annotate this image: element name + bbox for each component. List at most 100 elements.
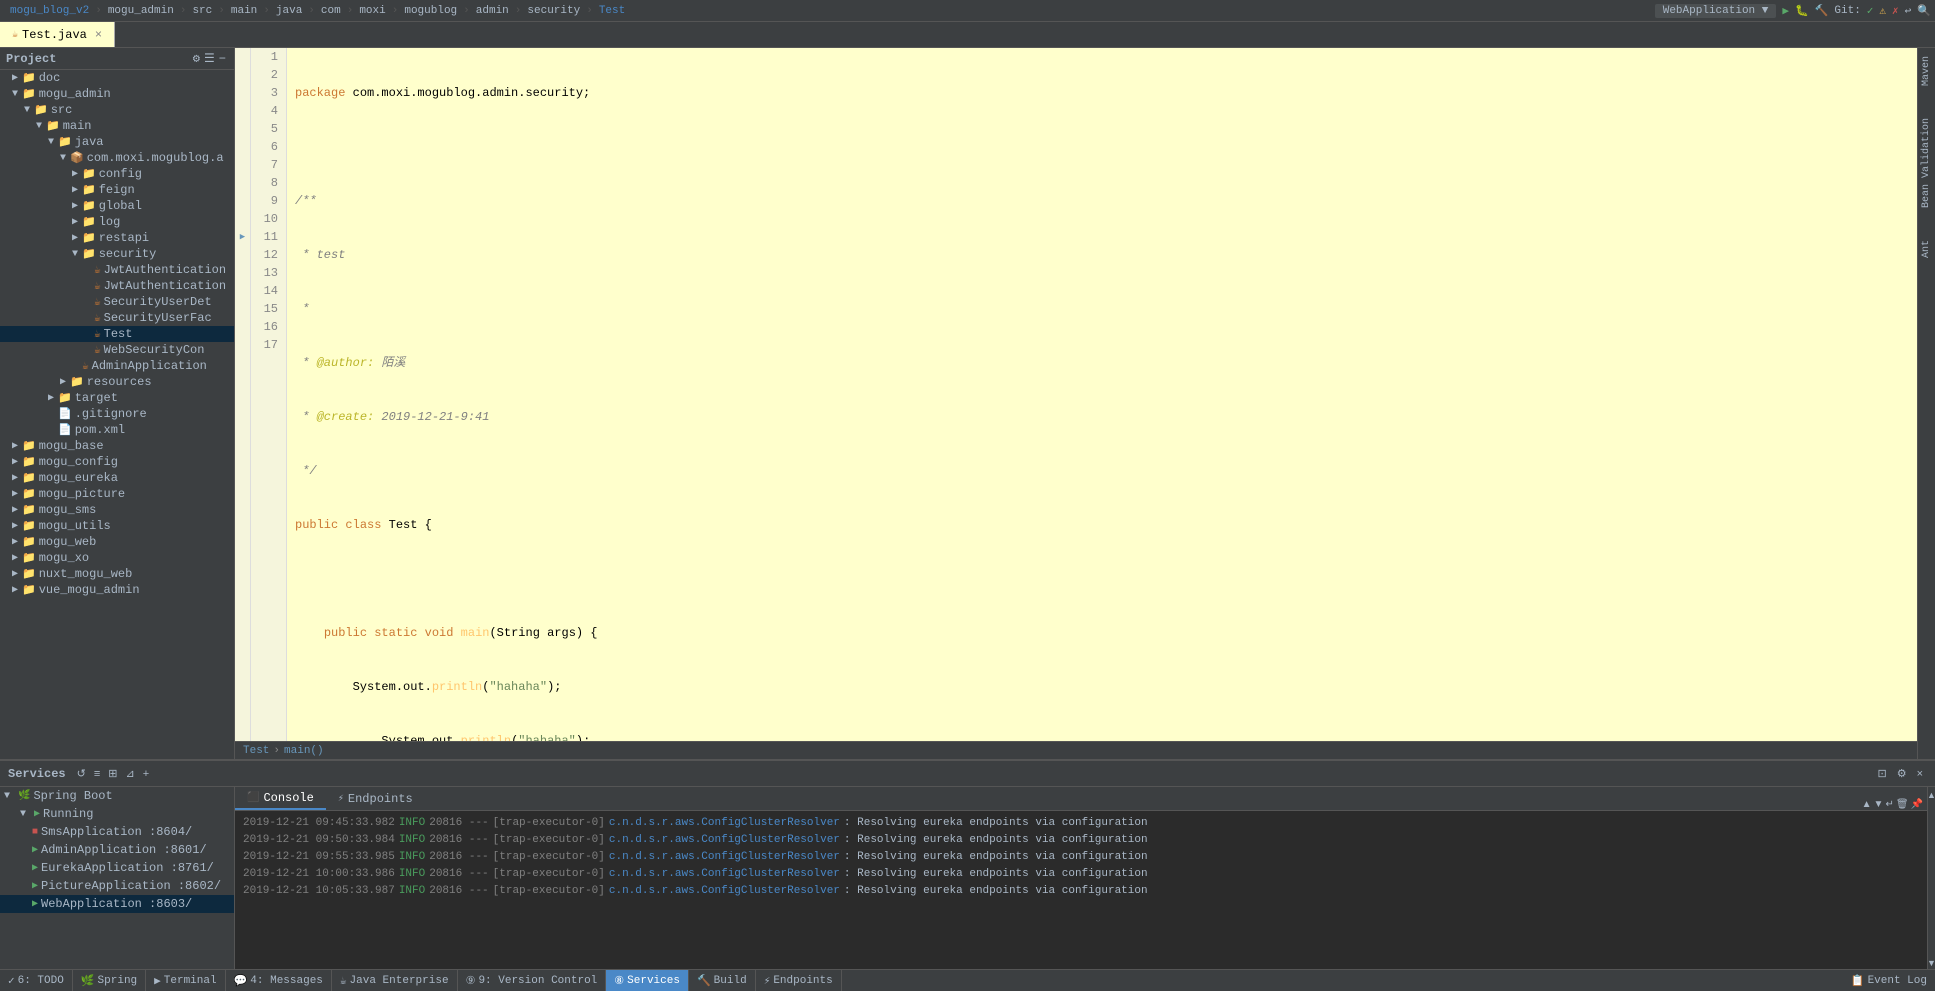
service-item-sms[interactable]: ■ SmsApplication :8604/: [0, 823, 234, 841]
tree-item-main[interactable]: ▼ 📁 main: [0, 118, 234, 134]
services-tree: ▼ 🌿 Spring Boot ▼ ▶ Running ■ SmsApplica…: [0, 787, 235, 971]
tree-item-mogu-eureka[interactable]: ▶ 📁 mogu_eureka: [0, 470, 234, 486]
tree-item-package[interactable]: ▼ 📦 com.moxi.mogublog.a: [0, 150, 234, 166]
status-item-event-log[interactable]: 📋 Event Log: [1843, 974, 1935, 988]
services-add-button[interactable]: +: [140, 766, 152, 781]
tree-item-jwt2[interactable]: ☕ JwtAuthentication: [0, 278, 234, 294]
services-refresh-button[interactable]: ↺: [74, 766, 89, 781]
tree-item-src[interactable]: ▼ 📁 src: [0, 102, 234, 118]
tree-item-mogu-web[interactable]: ▶ 📁 mogu_web: [0, 534, 234, 550]
services-panel: Services ↺ ≡ ⊞ ⊿ + ⊡ ⚙ × ▼ 🌿 Spring Boot…: [0, 759, 1935, 969]
tree-item-feign[interactable]: ▶ 📁 feign: [0, 182, 234, 198]
console-pin[interactable]: 📌: [1911, 799, 1923, 810]
services-collapse-button[interactable]: ≡: [91, 766, 103, 781]
status-item-terminal[interactable]: ▶ Terminal: [146, 970, 225, 991]
project-tab-java[interactable]: java: [270, 5, 308, 17]
project-tab-admin[interactable]: admin: [470, 5, 515, 17]
tree-item-restapi[interactable]: ▶ 📁 restapi: [0, 230, 234, 246]
services-restore-button[interactable]: ⊡: [1873, 766, 1890, 781]
maven-panel-label[interactable]: Maven: [1919, 52, 1934, 90]
tree-item-mogu-picture[interactable]: ▶ 📁 mogu_picture: [0, 486, 234, 502]
tree-item-mogu-config[interactable]: ▶ 📁 mogu_config: [0, 454, 234, 470]
service-item-eureka[interactable]: ▶ EurekaApplication :8761/: [0, 859, 234, 877]
console-scroll-down[interactable]: ▼: [1874, 799, 1884, 810]
tree-item-target[interactable]: ▶ 📁 target: [0, 390, 234, 406]
git-check[interactable]: ✓: [1867, 4, 1874, 18]
tree-item-gitignore[interactable]: 📄 .gitignore: [0, 406, 234, 422]
console-tab[interactable]: ⬛ Console: [235, 787, 326, 810]
endpoints-tab[interactable]: ⚡ Endpoints: [326, 787, 425, 810]
minimize-icon[interactable]: −: [219, 52, 226, 66]
console-right-scroll-down[interactable]: ▼: [1926, 957, 1935, 969]
status-item-todo[interactable]: ✓ 6: TODO: [0, 970, 73, 991]
service-item-picture[interactable]: ▶ PictureApplication :8602/: [0, 877, 234, 895]
status-item-java-enterprise[interactable]: ☕ Java Enterprise: [332, 970, 458, 991]
tree-item-websecurity[interactable]: ☕ WebSecurityCon: [0, 342, 234, 358]
tree-item-mogu-xo[interactable]: ▶ 📁 mogu_xo: [0, 550, 234, 566]
console-right-scroll-up[interactable]: ▲: [1926, 789, 1935, 801]
git-warn[interactable]: ⚠: [1879, 4, 1886, 18]
bean-validation-label[interactable]: Bean Validation: [1919, 114, 1934, 212]
status-item-messages[interactable]: 💬 4: Messages: [226, 970, 332, 991]
console-wrap[interactable]: ↵: [1885, 799, 1893, 810]
project-tab-moxi[interactable]: moxi: [353, 5, 391, 17]
breadcrumb-test[interactable]: Test: [243, 745, 269, 757]
services-close-button[interactable]: ×: [1913, 766, 1927, 781]
tree-item-pom[interactable]: 📄 pom.xml: [0, 422, 234, 438]
tree-item-doc[interactable]: ▶ 📁 doc: [0, 70, 234, 86]
tree-item-security-user-det[interactable]: ☕ SecurityUserDet: [0, 294, 234, 310]
service-item-admin[interactable]: ▶ AdminApplication :8601/: [0, 841, 234, 859]
tree-item-security[interactable]: ▼ 📁 security: [0, 246, 234, 262]
tree-item-security-user-fac[interactable]: ☕ SecurityUserFac: [0, 310, 234, 326]
service-item-spring-boot[interactable]: ▼ 🌿 Spring Boot: [0, 787, 234, 805]
service-item-web[interactable]: ▶ WebApplication :8603/: [0, 895, 234, 913]
debug-button[interactable]: 🐛: [1795, 4, 1809, 18]
project-tab-mogu-admin[interactable]: mogu_admin: [102, 5, 180, 17]
project-tab-test[interactable]: Test: [593, 5, 631, 17]
tree-item-nuxt[interactable]: ▶ 📁 nuxt_mogu_web: [0, 566, 234, 582]
status-item-services[interactable]: ⑧ Services: [606, 970, 689, 991]
run-button[interactable]: ▶: [1782, 4, 1789, 18]
tree-item-resources[interactable]: ▶ 📁 resources: [0, 374, 234, 390]
code-content[interactable]: package com.moxi.mogublog.admin.security…: [287, 48, 1917, 741]
run-config-selector[interactable]: WebApplication ▼: [1655, 4, 1777, 18]
tree-item-mogu-admin[interactable]: ▼ 📁 mogu_admin: [0, 86, 234, 102]
editor-tab-test[interactable]: ☕ Test.java ×: [0, 22, 115, 47]
ant-label[interactable]: Ant: [1919, 236, 1934, 262]
status-item-version-control[interactable]: ⑨ 9: Version Control: [458, 970, 607, 991]
breadcrumb-main[interactable]: main(): [284, 745, 324, 757]
tree-item-java[interactable]: ▼ 📁 java: [0, 134, 234, 150]
git-undo[interactable]: ↩: [1905, 4, 1912, 18]
console-scroll-up[interactable]: ▲: [1862, 799, 1872, 810]
tree-item-admin-app[interactable]: ☕ AdminApplication: [0, 358, 234, 374]
tree-item-mogu-base[interactable]: ▶ 📁 mogu_base: [0, 438, 234, 454]
tree-item-test[interactable]: ☕ Test: [0, 326, 234, 342]
project-tab-src[interactable]: src: [186, 5, 218, 17]
tree-item-mogu-utils[interactable]: ▶ 📁 mogu_utils: [0, 518, 234, 534]
project-tab-com[interactable]: com: [315, 5, 347, 17]
project-tab-mogublog[interactable]: mogublog: [398, 5, 463, 17]
tree-item-jwt1[interactable]: ☕ JwtAuthentication: [0, 262, 234, 278]
tree-item-mogu-sms[interactable]: ▶ 📁 mogu_sms: [0, 502, 234, 518]
build-button[interactable]: 🔨: [1815, 4, 1829, 18]
service-item-running[interactable]: ▼ ▶ Running: [0, 805, 234, 823]
status-item-spring[interactable]: 🌿 Spring: [73, 970, 146, 991]
services-expand-button[interactable]: ⊞: [105, 766, 120, 781]
spring-boot-icon: 🌿: [18, 790, 30, 802]
status-item-build[interactable]: 🔨 Build: [689, 970, 756, 991]
tree-item-config[interactable]: ▶ 📁 config: [0, 166, 234, 182]
services-filter-button[interactable]: ⊿: [122, 766, 137, 781]
project-tab-main[interactable]: main: [225, 5, 263, 17]
tree-item-log[interactable]: ▶ 📁 log: [0, 214, 234, 230]
git-error[interactable]: ✗: [1892, 4, 1899, 18]
project-tab-mogu-blog[interactable]: mogu_blog_v2: [4, 5, 95, 17]
project-tab-security[interactable]: security: [521, 5, 586, 17]
services-settings-button[interactable]: ⚙: [1893, 766, 1911, 781]
console-clear[interactable]: 🗑: [1896, 799, 1909, 810]
search-button[interactable]: 🔍: [1917, 4, 1931, 18]
settings-icon[interactable]: ⚙: [193, 51, 200, 66]
tree-item-vue-admin[interactable]: ▶ 📁 vue_mogu_admin: [0, 582, 234, 598]
layout-icon[interactable]: ☰: [204, 51, 215, 66]
tree-item-global[interactable]: ▶ 📁 global: [0, 198, 234, 214]
status-item-endpoints[interactable]: ⚡ Endpoints: [756, 970, 842, 991]
